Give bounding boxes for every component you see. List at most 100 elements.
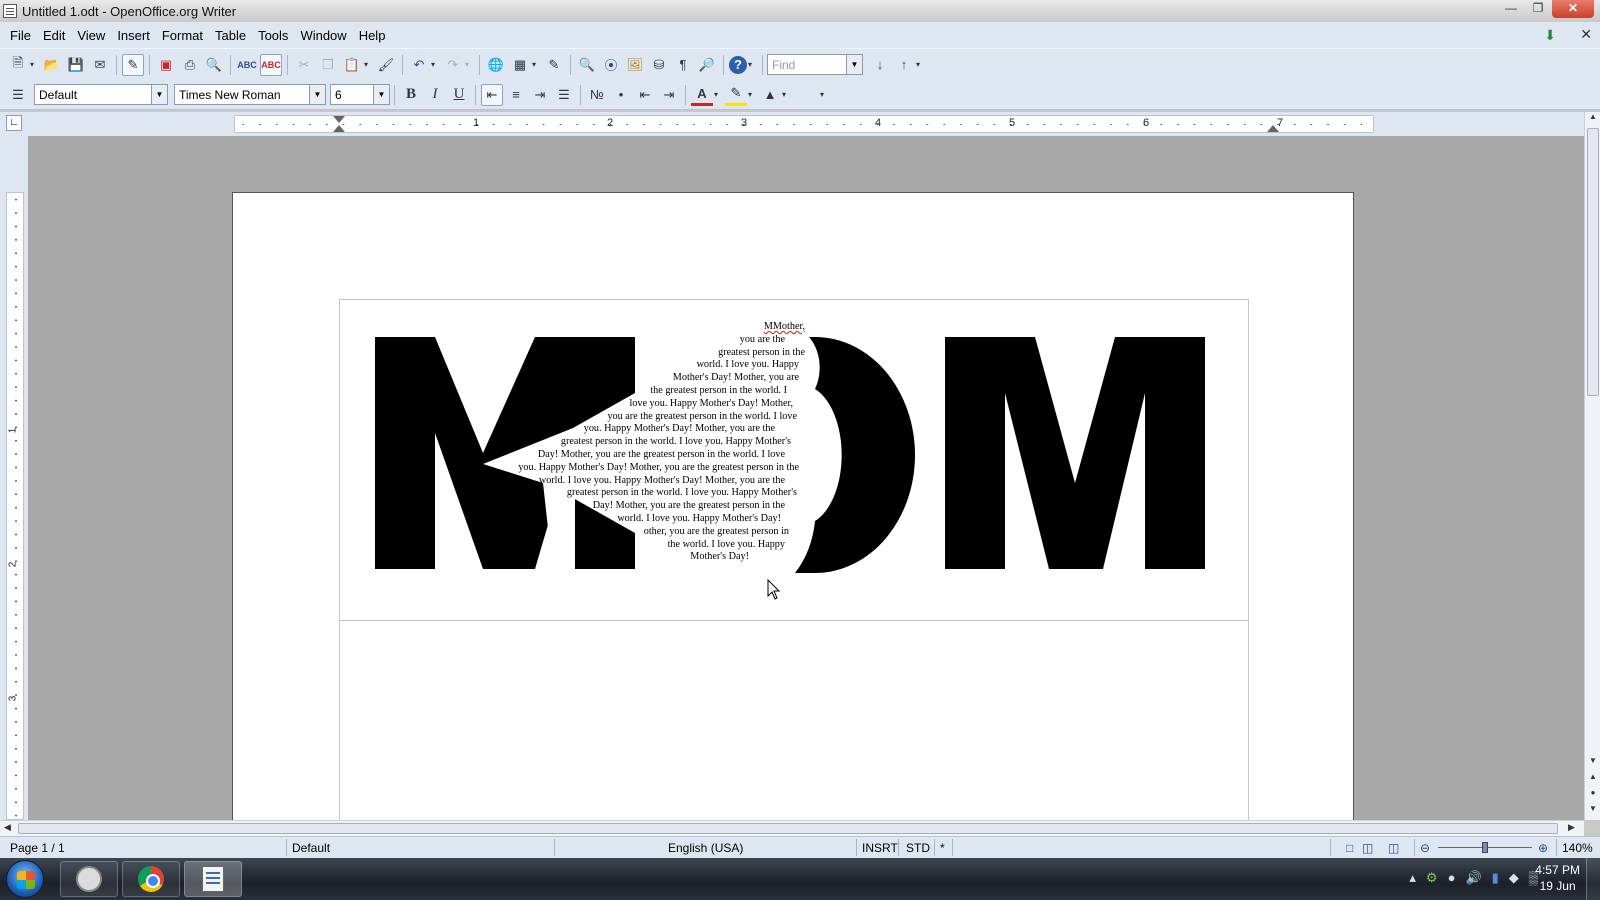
taskbar-chrome[interactable] — [122, 861, 180, 897]
open-folder-icon[interactable]: 📂 — [41, 54, 63, 76]
vertical-scroll-thumb[interactable] — [1587, 128, 1599, 396]
data-sources-icon[interactable]: ⛁ — [648, 54, 670, 76]
taskbar-steam[interactable] — [60, 861, 118, 897]
gallery-icon[interactable]: 🖼 — [624, 54, 646, 76]
vertical-ruler[interactable]: 1 2 3 — [6, 192, 24, 820]
spellcheck-icon[interactable]: ABC — [236, 54, 258, 76]
font-name-select[interactable]: Times New Roman ▼ — [174, 84, 326, 105]
close-icon[interactable]: ✕ — [1552, 0, 1594, 18]
poem-text[interactable]: MMother, you are the greatest person in … — [473, 321, 805, 564]
font-size-select[interactable]: 6 ▼ — [330, 84, 390, 105]
paste-dropdown-icon[interactable]: ▾ — [364, 60, 372, 69]
chevron-down-icon[interactable]: ▼ — [151, 85, 167, 104]
single-page-view-icon[interactable]: □ — [1346, 841, 1353, 855]
insert-mode[interactable]: INSRT — [862, 841, 898, 855]
start-button[interactable] — [6, 860, 44, 898]
selection-mode[interactable]: STD — [906, 841, 930, 855]
menu-view[interactable]: View — [71, 28, 111, 43]
document-page[interactable]: MMother, you are the greatest person in … — [232, 192, 1354, 820]
system-clock[interactable]: 4:57 PM 19 Jun — [1535, 862, 1580, 894]
show-draw-functions-icon[interactable]: ✎ — [543, 54, 565, 76]
highlight-dropdown-icon[interactable]: ▾ — [748, 90, 756, 99]
horizontal-scroll-thumb[interactable] — [18, 823, 1558, 834]
horizontal-scrollbar[interactable]: ◀ ▶ — [0, 820, 1584, 836]
help-icon[interactable]: ? — [729, 55, 747, 74]
multi-page-view-icon[interactable]: ◫ — [1362, 841, 1373, 855]
align-left-icon[interactable]: ⇤ — [481, 83, 503, 106]
navigation-icon[interactable]: ● — [1587, 788, 1599, 802]
bullets-icon[interactable]: • — [610, 84, 632, 106]
find-replace-icon[interactable]: 🔍 — [576, 54, 598, 76]
language-indicator[interactable]: English (USA) — [668, 841, 743, 855]
formatting-marks-icon[interactable]: ¶ — [672, 54, 694, 76]
zoom-out-icon[interactable]: ⊖ — [1420, 841, 1430, 855]
background-color-icon[interactable]: ▲ — [759, 84, 781, 106]
menu-table[interactable]: Table — [209, 28, 252, 43]
find-input[interactable]: Find ▼ — [767, 54, 863, 75]
new-dropdown-icon[interactable]: ▾ — [30, 60, 38, 69]
email-icon[interactable]: ✉ — [89, 54, 111, 76]
undo-icon[interactable]: ↶ — [408, 54, 430, 76]
export-pdf-icon[interactable]: ▣ — [155, 54, 177, 76]
formatting-options-icon[interactable]: ▾ — [820, 90, 828, 99]
toolbar-options-icon[interactable]: ▾ — [748, 60, 756, 69]
left-indent-marker[interactable] — [333, 116, 345, 123]
right-indent-marker[interactable] — [1267, 125, 1279, 132]
background-dropdown-icon[interactable]: ▾ — [782, 90, 790, 99]
find-toolbar-options-icon[interactable]: ▾ — [916, 60, 924, 69]
volume-icon[interactable]: 🔊 — [1465, 870, 1481, 886]
menu-insert[interactable]: Insert — [111, 28, 156, 43]
connection-icon[interactable]: ◆ — [1509, 870, 1519, 886]
redo-icon[interactable]: ↷ — [442, 54, 464, 76]
numbering-icon[interactable]: № — [586, 84, 608, 106]
restore-icon[interactable]: ❐ — [1525, 0, 1551, 18]
styles-formatting-icon[interactable]: ☰ — [7, 84, 29, 106]
bluetooth-icon[interactable]: ▮ — [1492, 870, 1499, 886]
scroll-right-icon[interactable]: ▶ — [1568, 822, 1575, 833]
page-style[interactable]: Default — [292, 841, 330, 855]
book-view-icon[interactable]: ◫ — [1388, 841, 1399, 855]
zoom-icon[interactable]: 🔎 — [696, 54, 718, 76]
font-color-icon[interactable]: A — [691, 84, 713, 106]
print-icon[interactable]: ⎙ — [179, 54, 201, 76]
zoom-in-icon[interactable]: ⊕ — [1538, 841, 1548, 855]
highlighting-icon[interactable]: ✎ — [725, 84, 747, 106]
find-previous-icon[interactable]: ↑ — [893, 54, 915, 76]
menu-edit[interactable]: Edit — [37, 28, 71, 43]
scroll-down-icon[interactable]: ▼ — [1587, 756, 1599, 770]
table-dropdown-icon[interactable]: ▾ — [532, 60, 540, 69]
table-icon[interactable]: ▦ — [509, 54, 531, 76]
redo-dropdown-icon[interactable]: ▾ — [465, 60, 473, 69]
scroll-up-icon[interactable]: ▲ — [1587, 112, 1599, 126]
menu-window[interactable]: Window — [294, 28, 352, 43]
menu-tools[interactable]: Tools — [252, 28, 294, 43]
page-indicator[interactable]: Page 1 / 1 — [10, 841, 65, 855]
chevron-down-icon[interactable]: ▼ — [309, 85, 325, 104]
minimize-icon[interactable]: — — [1498, 0, 1524, 18]
decrease-indent-icon[interactable]: ⇤ — [634, 84, 656, 106]
chevron-down-icon[interactable]: ▼ — [373, 85, 389, 104]
network-tray-icon[interactable]: ⚙ — [1426, 870, 1438, 886]
zoom-slider-thumb[interactable] — [1482, 842, 1488, 853]
edit-file-icon[interactable]: ✎ — [122, 53, 144, 76]
align-right-icon[interactable]: ⇥ — [529, 84, 551, 106]
vertical-scrollbar[interactable]: ▲ ▼ ▲ ● ▼ — [1584, 112, 1600, 820]
update-download-icon[interactable]: ⬇ — [1544, 28, 1560, 42]
taskbar-writer[interactable] — [184, 861, 242, 897]
menu-format[interactable]: Format — [156, 28, 209, 43]
scroll-left-icon[interactable]: ◀ — [4, 822, 11, 833]
steam-tray-icon[interactable]: ● — [1448, 870, 1456, 886]
horizontal-ruler[interactable]: 1 2 3 4 5 6 7 — [234, 115, 1374, 133]
align-center-icon[interactable]: ≡ — [505, 84, 527, 106]
underline-icon[interactable]: U — [448, 84, 470, 106]
justify-icon[interactable]: ☰ — [553, 84, 575, 106]
hyperlink-icon[interactable]: 🌐 — [485, 54, 507, 76]
show-desktop-button[interactable] — [1586, 858, 1600, 900]
font-color-dropdown-icon[interactable]: ▾ — [714, 90, 722, 99]
autospellcheck-icon[interactable]: ABC — [260, 53, 282, 76]
find-dropdown-icon[interactable]: ▼ — [846, 55, 862, 74]
paste-icon[interactable]: 📋 — [341, 54, 363, 76]
page-preview-icon[interactable]: 🔍 — [203, 54, 225, 76]
menu-file[interactable]: File — [4, 28, 37, 43]
copy-icon[interactable]: ❐ — [317, 54, 339, 76]
